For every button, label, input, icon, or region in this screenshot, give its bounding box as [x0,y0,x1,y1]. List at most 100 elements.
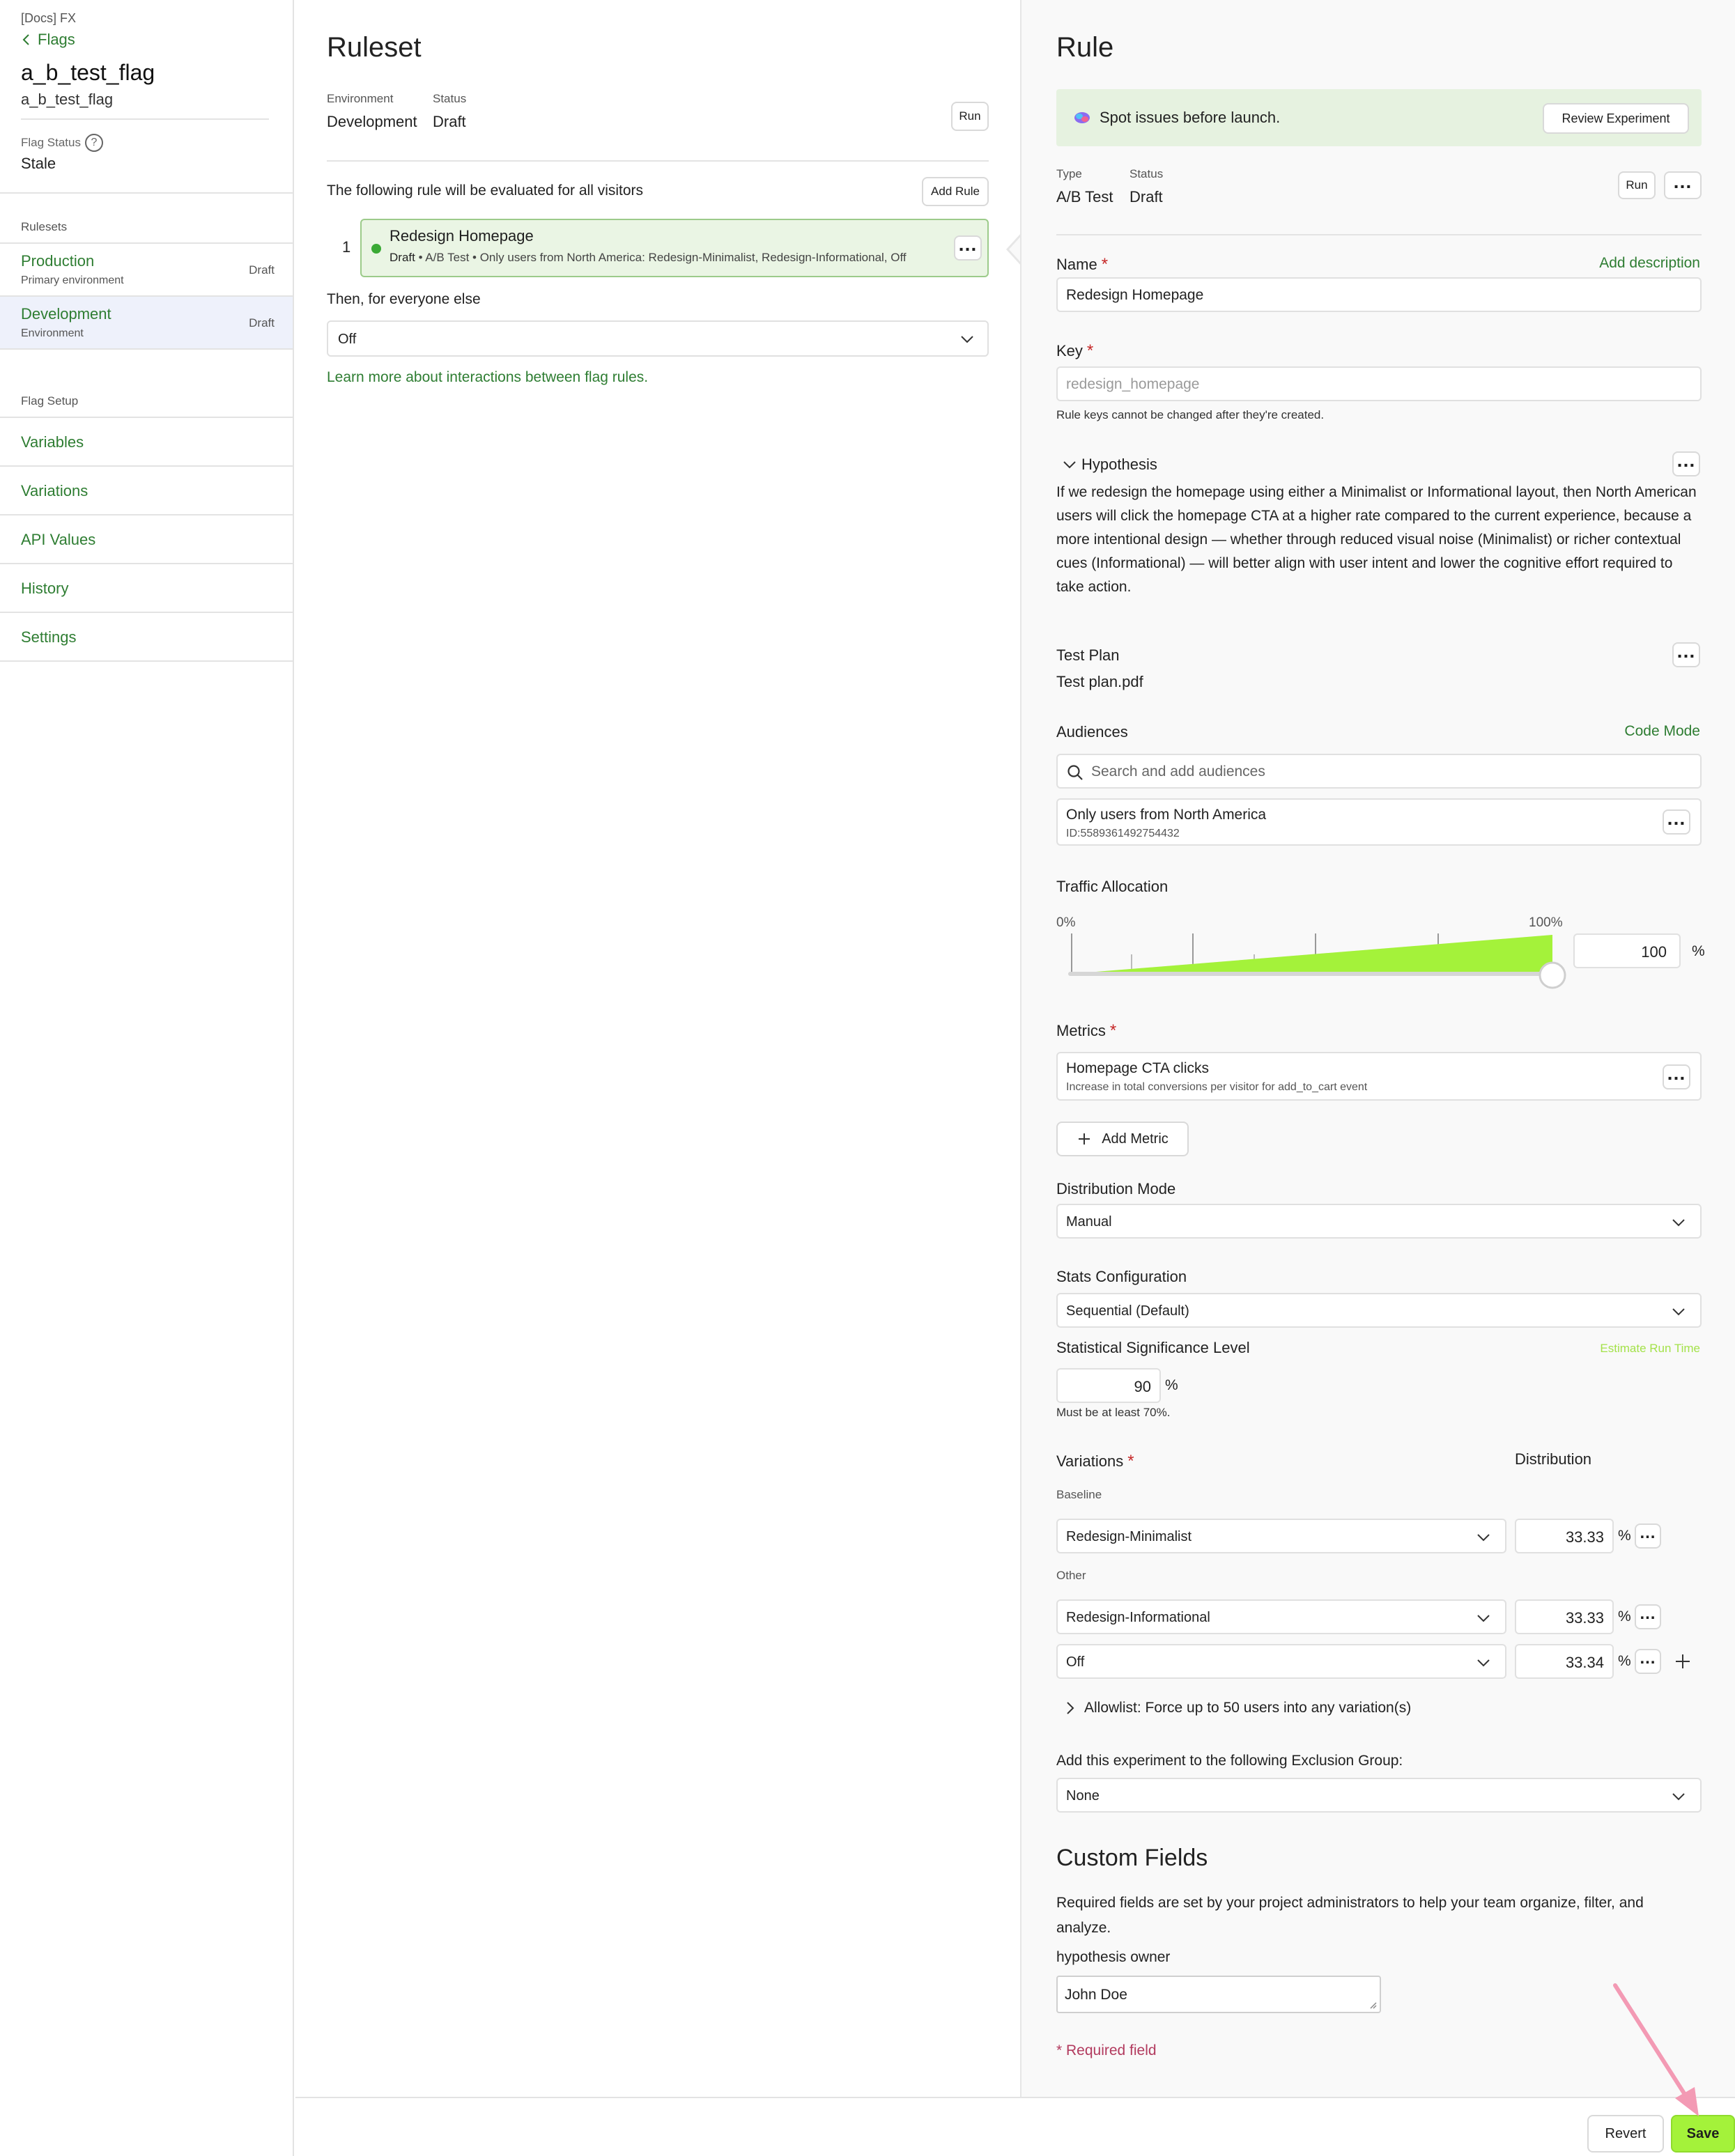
required-marker: * [1127,1452,1134,1471]
sidebar-item-api-values[interactable]: API Values [0,515,293,564]
rule-card[interactable]: Redesign Homepage Draft • A/B Test • Onl… [360,219,989,277]
audience-search-input[interactable]: Search and add audiences [1056,754,1702,789]
type-value: A/B Test [1056,188,1113,205]
rule-title: Redesign Homepage [390,227,534,245]
review-experiment-button[interactable]: Review Experiment [1543,103,1689,134]
flag-status-label: Flag Status ? [21,134,103,152]
metric-description: Increase in total conversions per visito… [1066,1081,1368,1093]
variation-name: Redesign-Informational [1066,1610,1210,1625]
run-rule-button[interactable]: Run [1618,171,1656,199]
variation-percent: 33.34 [1565,1654,1604,1671]
variation-more-button[interactable]: … [1635,1523,1661,1549]
metric-more-button[interactable]: … [1663,1064,1690,1089]
name-input[interactable]: Redesign Homepage [1056,277,1702,312]
estimate-run-time-link[interactable]: Estimate Run Time [1600,1342,1700,1356]
rule-panel-title: Rule [1056,32,1114,63]
variation-select-baseline[interactable]: Redesign-Minimalist [1056,1519,1506,1553]
sidebar-item-variations[interactable]: Variations [0,467,293,515]
add-description-link[interactable]: Add description [1599,255,1700,272]
sidebar-item-label: Settings [21,628,77,646]
variation-percent-input[interactable]: 33.33 [1515,1519,1614,1553]
distribution-label: Distribution [1515,1450,1592,1468]
type-label: Type [1056,167,1082,180]
sidebar-item-settings[interactable]: Settings [0,613,293,662]
variation-name: Off [1066,1654,1085,1670]
then-label: Then, for everyone else [327,291,481,307]
hypothesis-more-button[interactable]: … [1672,451,1700,476]
back-to-flags-link[interactable]: Flags [21,31,75,49]
revert-button[interactable]: Revert [1587,2115,1664,2153]
env-item-production[interactable]: Production Primary environment Draft [0,244,293,297]
traffic-allocation-slider[interactable] [1056,926,1586,996]
metric-name: Homepage CTA clicks [1066,1060,1210,1076]
save-button[interactable]: Save [1671,2115,1735,2153]
traffic-allocation-label: Traffic Allocation [1056,878,1169,895]
sidebar-item-history[interactable]: History [0,564,293,613]
test-plan-file[interactable]: Test plan.pdf [1056,673,1143,691]
metrics-label: Metrics * [1056,1021,1116,1041]
significance-input[interactable]: 90 [1056,1368,1161,1403]
hypothesis-label: Hypothesis [1081,456,1157,473]
launch-banner: Spot issues before launch. Review Experi… [1056,89,1702,146]
flag-name: a_b_test_flag [21,60,155,85]
add-metric-button[interactable]: Add Metric [1056,1122,1189,1156]
plus-icon [1676,1654,1690,1668]
sidebar-item-variables[interactable]: Variables [0,418,293,467]
hypothesis-toggle[interactable]: Hypothesis [1062,456,1157,474]
code-mode-link[interactable]: Code Mode [1624,723,1700,740]
name-label-text: Name [1056,256,1097,273]
variation-select-other[interactable]: Redesign-Informational [1056,1599,1506,1634]
sidebar-item-label: Variations [21,482,88,499]
rule-summary-text: • A/B Test • Only users from North Ameri… [415,251,907,264]
rule-more-button[interactable]: … [1664,171,1702,199]
env-item-development[interactable]: Development Environment Draft [0,297,293,350]
test-plan-more-button[interactable]: … [1672,642,1700,667]
status-value: Draft [433,113,466,130]
exclusion-group-select[interactable]: None [1056,1778,1702,1813]
environment-label: Environment [327,92,394,105]
key-label-text: Key [1056,342,1083,359]
help-icon[interactable]: ? [85,134,103,152]
stats-config-label: Stats Configuration [1056,1268,1187,1285]
status-label: Status [1129,167,1164,180]
traffic-slider-handle[interactable] [1539,961,1566,989]
variation-select-other[interactable]: Off [1056,1644,1506,1679]
metrics-label-text: Metrics [1056,1022,1106,1039]
traffic-percent-input[interactable]: 100 [1573,933,1681,968]
add-variation-button[interactable] [1670,1649,1696,1674]
key-help-text: Rule keys cannot be changed after they'r… [1056,408,1325,421]
stats-config-select[interactable]: Sequential (Default) [1056,1293,1702,1328]
percent-sign: % [1165,1377,1178,1393]
chevron-down-icon [1672,1793,1685,1801]
resize-grip-icon[interactable] [1368,2001,1377,2009]
percent-sign: % [1618,1653,1631,1669]
key-input[interactable]: redesign_homepage [1056,366,1702,401]
project-name: [Docs] FX [21,11,77,25]
chevron-left-icon [22,34,29,45]
variation-percent-input[interactable]: 33.33 [1515,1599,1614,1634]
variation-percent-input[interactable]: 33.34 [1515,1644,1614,1679]
audience-more-button[interactable]: … [1663,809,1690,835]
custom-fields-title: Custom Fields [1056,1845,1208,1871]
distribution-mode-select[interactable]: Manual [1056,1204,1702,1239]
rulesets-heading: Rulesets [21,220,68,233]
allowlist-toggle[interactable]: Allowlist: Force up to 50 users into any… [1066,1700,1411,1716]
variation-more-button[interactable]: … [1635,1604,1661,1629]
rule-more-button[interactable]: … [954,235,982,261]
divider [0,192,294,194]
rule-status: Draft [390,251,415,264]
fallback-select[interactable]: Off [327,320,989,357]
add-rule-button[interactable]: Add Rule [922,177,989,206]
run-ruleset-button[interactable]: Run [951,102,989,131]
env-name: Development [21,305,111,323]
hypothesis-owner-input[interactable]: John Doe [1056,1976,1381,2013]
hypothesis-text: If we redesign the homepage using either… [1056,484,1697,595]
learn-more-link[interactable]: Learn more about interactions between fl… [327,369,648,386]
flag-setup-heading: Flag Setup [21,394,79,408]
flag-key: a_b_test_flag [21,91,114,108]
audience-search-placeholder: Search and add audiences [1091,763,1265,780]
search-icon [1067,765,1083,780]
name-input-value: Redesign Homepage [1066,287,1204,303]
other-label: Other [1056,1569,1086,1582]
variation-more-button[interactable]: … [1635,1649,1661,1674]
